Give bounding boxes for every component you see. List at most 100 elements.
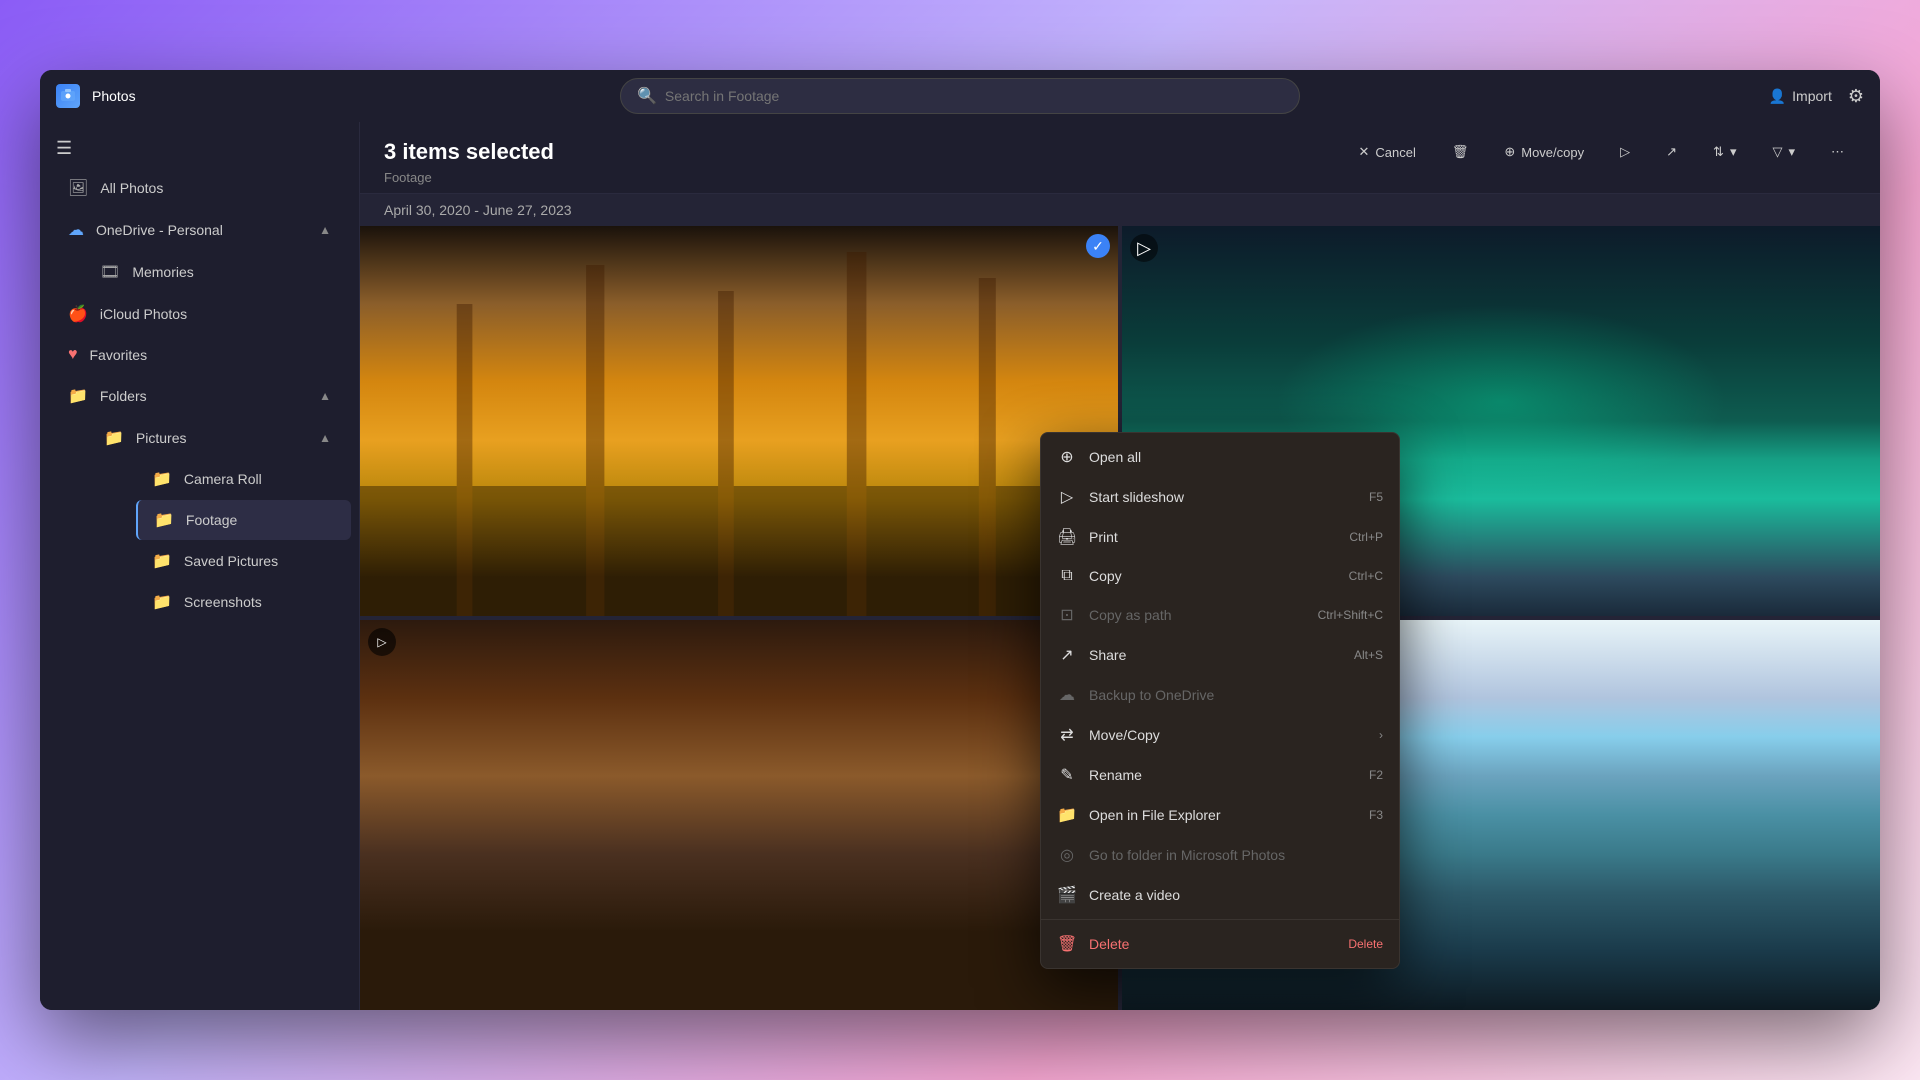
memories-label: Memories <box>132 264 193 280</box>
ctx-print-label: Print <box>1089 529 1337 545</box>
main-layout: ☰ 🖼 All Photos ☁ OneDrive - Personal ▲ 🎞… <box>40 122 1880 1010</box>
ctx-divider <box>1041 919 1399 920</box>
sidebar-item-favorites[interactable]: ♥ Favorites <box>48 336 351 374</box>
slideshow-icon: ▷ <box>1620 144 1630 160</box>
sidebar-onedrive-section[interactable]: ☁ OneDrive - Personal ▲ <box>48 210 351 250</box>
slideshow-ctx-icon: ▷ <box>1057 487 1077 507</box>
import-person-icon: 👤 <box>1769 88 1786 105</box>
photo-cell-autumn[interactable]: ✓ <box>360 226 1118 616</box>
ctx-copy-as-path: ⊡ Copy as path Ctrl+Shift+C <box>1041 595 1399 635</box>
sort-icon: ⇅ <box>1713 144 1724 160</box>
footage-folder-icon: 📁 <box>154 510 174 530</box>
ctx-create-video[interactable]: 🎬 Create a video <box>1041 875 1399 915</box>
file-explorer-ctx-icon: 📁 <box>1057 805 1077 825</box>
ctx-copy[interactable]: ⧉ Copy Ctrl+C <box>1041 557 1399 595</box>
sidebar: ☰ 🖼 All Photos ☁ OneDrive - Personal ▲ 🎞… <box>40 122 360 1010</box>
cancel-button[interactable]: ✕ Cancel <box>1346 138 1427 166</box>
sidebar-item-memories[interactable]: 🎞 Memories <box>84 252 351 292</box>
sort-button[interactable]: ⇅ ▾ <box>1701 138 1748 166</box>
sidebar-item-camera-roll[interactable]: 📁 Camera Roll <box>136 459 351 499</box>
move-copy-button[interactable]: ⊕ Move/copy <box>1492 138 1596 166</box>
hamburger-menu-icon[interactable]: ☰ <box>40 130 359 167</box>
sidebar-item-footage[interactable]: 📁 Footage <box>136 500 351 540</box>
camera-roll-icon: 📁 <box>152 469 172 489</box>
ctx-go-to-folder: ◎ Go to folder in Microsoft Photos <box>1041 835 1399 875</box>
ctx-copy-shortcut: Ctrl+C <box>1349 569 1383 583</box>
ctx-start-slideshow[interactable]: ▷ Start slideshow F5 <box>1041 477 1399 517</box>
more-icon: ⋯ <box>1831 144 1844 160</box>
footage-label: Footage <box>186 512 237 528</box>
delete-button[interactable]: 🗑 <box>1440 138 1481 166</box>
ctx-rename-label: Rename <box>1089 767 1357 783</box>
ctx-rename[interactable]: ✎ Rename F2 <box>1041 755 1399 795</box>
onedrive-icon: ☁ <box>68 220 84 240</box>
app-title: Photos <box>92 88 136 104</box>
sidebar-pictures-section[interactable]: 📁 Pictures ▲ <box>84 418 351 458</box>
ctx-share[interactable]: ↗ Share Alt+S <box>1041 635 1399 675</box>
app-window: Photos 🔍 👤 Import ⚙ ☰ 🖼 All Photos ☁ One… <box>40 70 1880 1010</box>
sidebar-folders-section[interactable]: 📁 Folders ▲ <box>48 376 351 416</box>
ctx-create-video-label: Create a video <box>1089 887 1383 903</box>
ctx-rename-shortcut: F2 <box>1369 768 1383 782</box>
create-video-ctx-icon: 🎬 <box>1057 885 1077 905</box>
ctx-move-arrow: › <box>1379 728 1383 742</box>
print-ctx-icon: 🖨 <box>1057 527 1077 547</box>
icloud-label: iCloud Photos <box>100 306 187 322</box>
date-range: April 30, 2020 - June 27, 2023 <box>360 194 1880 222</box>
content-subtitle: Footage <box>384 170 1856 185</box>
ctx-print[interactable]: 🖨 Print Ctrl+P <box>1041 517 1399 557</box>
ctx-copy-path-shortcut: Ctrl+Shift+C <box>1318 608 1383 622</box>
ctx-delete-label: Delete <box>1089 936 1336 952</box>
content-header: 3 items selected ✕ Cancel 🗑 ⊕ Move/copy … <box>360 122 1880 194</box>
ctx-open-file-explorer[interactable]: 📁 Open in File Explorer F3 <box>1041 795 1399 835</box>
ctx-share-label: Share <box>1089 647 1342 663</box>
ctx-share-shortcut: Alt+S <box>1354 648 1383 662</box>
share-ctx-icon: ↗ <box>1057 645 1077 665</box>
ctx-file-explorer-label: Open in File Explorer <box>1089 807 1357 823</box>
screenshots-icon: 📁 <box>152 592 172 612</box>
ctx-move-copy[interactable]: ⇄ Move/Copy › <box>1041 715 1399 755</box>
delete-trash-icon: 🗑 <box>1452 144 1469 160</box>
folders-icon: 📁 <box>68 386 88 406</box>
favorites-label: Favorites <box>90 347 148 363</box>
sidebar-item-saved-pictures[interactable]: 📁 Saved Pictures <box>136 541 351 581</box>
ctx-slideshow-shortcut: F5 <box>1369 490 1383 504</box>
heart-icon: ♥ <box>68 346 78 364</box>
folders-label: Folders <box>100 388 147 404</box>
content-area: 3 items selected ✕ Cancel 🗑 ⊕ Move/copy … <box>360 122 1880 1010</box>
search-input[interactable] <box>665 88 1283 104</box>
sidebar-item-icloud[interactable]: 🍎 iCloud Photos <box>48 294 351 334</box>
sidebar-item-screenshots[interactable]: 📁 Screenshots <box>136 582 351 622</box>
import-button[interactable]: 👤 Import <box>1769 88 1832 105</box>
ctx-print-shortcut: Ctrl+P <box>1349 530 1383 544</box>
pictures-collapse-icon: ▲ <box>319 431 331 445</box>
filter-arrow-icon: ▾ <box>1788 144 1795 160</box>
saved-pictures-label: Saved Pictures <box>184 553 278 569</box>
ctx-delete[interactable]: 🗑 Delete Delete <box>1041 924 1399 964</box>
screenshots-label: Screenshots <box>184 594 262 610</box>
ctx-file-explorer-shortcut: F3 <box>1369 808 1383 822</box>
pictures-sub: 📁 Camera Roll 📁 Footage 📁 Saved Pictures… <box>76 459 359 622</box>
ctx-open-all[interactable]: ⊕ Open all <box>1041 437 1399 477</box>
filter-button[interactable]: ▽ ▾ <box>1760 138 1807 166</box>
ctx-copy-path-label: Copy as path <box>1089 607 1306 623</box>
cancel-label: Cancel <box>1375 145 1415 160</box>
ctx-backup-label: Backup to OneDrive <box>1089 687 1383 703</box>
go-folder-ctx-icon: ◎ <box>1057 845 1077 865</box>
backup-ctx-icon: ☁ <box>1057 685 1077 705</box>
ctx-copy-label: Copy <box>1089 568 1337 584</box>
share-button[interactable]: ↗ <box>1654 138 1689 166</box>
search-icon: 🔍 <box>637 86 657 106</box>
more-button[interactable]: ⋯ <box>1819 138 1856 166</box>
slideshow-button[interactable]: ▷ <box>1608 138 1642 166</box>
ctx-move-label: Move/Copy <box>1089 727 1367 743</box>
photo-cell-aerial[interactable]: ▷ <box>360 620 1118 1010</box>
pictures-label: Pictures <box>136 430 187 446</box>
ctx-delete-shortcut: Delete <box>1348 937 1383 951</box>
search-bar[interactable]: 🔍 <box>620 78 1300 114</box>
settings-icon[interactable]: ⚙ <box>1848 86 1864 107</box>
sidebar-item-all-photos[interactable]: 🖼 All Photos <box>48 168 351 208</box>
onedrive-label: OneDrive - Personal <box>96 222 223 238</box>
camera-roll-label: Camera Roll <box>184 471 262 487</box>
ctx-slideshow-label: Start slideshow <box>1089 489 1357 505</box>
